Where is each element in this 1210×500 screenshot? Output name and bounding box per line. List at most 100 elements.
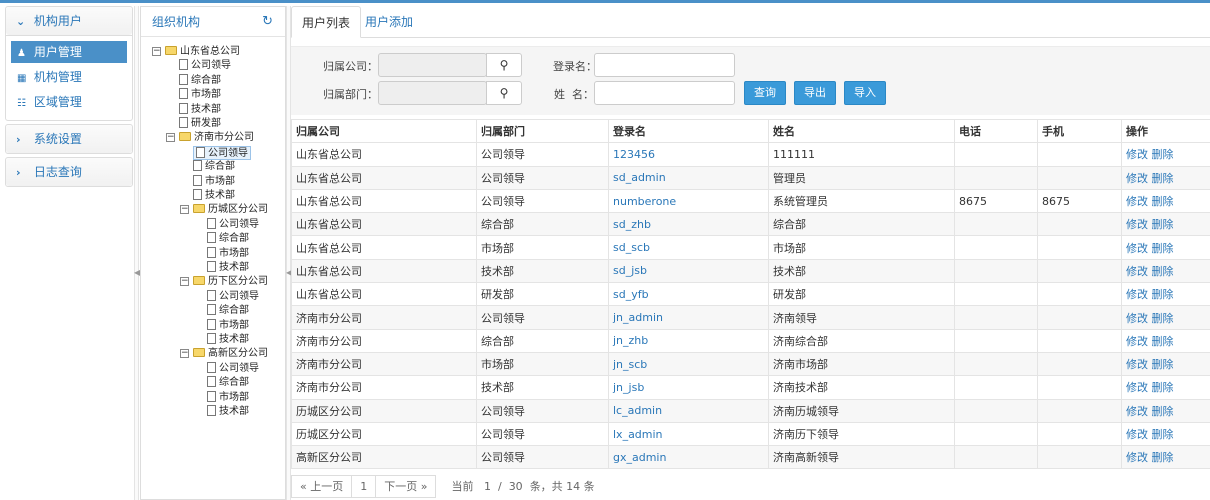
tree-leaf-node[interactable]: 研发部: [179, 117, 221, 131]
column-header[interactable]: 手机: [1037, 118, 1122, 144]
login-name-link[interactable]: jn_jsb: [608, 375, 769, 400]
company-search-button[interactable]: ⚲: [486, 53, 522, 77]
tree-leaf-node[interactable]: 技术部: [207, 405, 249, 419]
column-header[interactable]: 登录名: [608, 118, 769, 144]
tree-leaf-node[interactable]: 综合部: [207, 376, 249, 390]
tree-collapse-toggle[interactable]: −: [180, 349, 189, 359]
tree-leaf-node[interactable]: 市场部: [207, 246, 249, 261]
login-name-link[interactable]: jn_scb: [608, 351, 769, 377]
tree-folder-node[interactable]: 历下区分公司: [193, 275, 268, 289]
tree-folder-node[interactable]: 高新区分公司: [193, 347, 268, 361]
delete-link[interactable]: 删除: [1152, 172, 1174, 185]
tree-leaf-node[interactable]: 技术部: [179, 102, 221, 117]
tree-collapse-toggle[interactable]: −: [180, 277, 189, 287]
left-splitter[interactable]: ◀: [134, 6, 140, 500]
column-header[interactable]: 电话: [954, 118, 1038, 144]
edit-link[interactable]: 修改: [1126, 358, 1148, 371]
tree-leaf-node[interactable]: 公司领导: [193, 145, 251, 160]
edit-link[interactable]: 修改: [1126, 172, 1148, 185]
tree-leaf-node[interactable]: 综合部: [193, 160, 235, 174]
delete-link[interactable]: 删除: [1152, 288, 1174, 301]
tree-leaf-node[interactable]: 市场部: [193, 174, 235, 189]
delete-link[interactable]: 删除: [1152, 265, 1174, 278]
edit-link[interactable]: 修改: [1126, 451, 1148, 464]
dept-search-button[interactable]: ⚲: [486, 81, 522, 105]
import-button[interactable]: 导入: [844, 81, 886, 105]
edit-link[interactable]: 修改: [1126, 381, 1148, 394]
page-size-input[interactable]: 30: [509, 480, 523, 493]
name-input[interactable]: [594, 81, 735, 105]
tree-leaf-node[interactable]: 公司领导: [207, 361, 259, 376]
column-header[interactable]: 归属部门: [476, 118, 609, 144]
edit-link[interactable]: 修改: [1126, 288, 1148, 301]
login-name-link[interactable]: jn_zhb: [608, 328, 769, 353]
tree-leaf-node[interactable]: 公司领导: [207, 217, 259, 232]
menu-item-user-management[interactable]: ♟ 用户管理: [11, 41, 127, 63]
delete-link[interactable]: 删除: [1152, 381, 1174, 394]
company-input[interactable]: [378, 53, 487, 77]
export-button[interactable]: 导出: [794, 81, 836, 105]
delete-link[interactable]: 删除: [1152, 428, 1174, 441]
tree-leaf-node[interactable]: 综合部: [207, 232, 249, 246]
edit-link[interactable]: 修改: [1126, 405, 1148, 418]
login-name-link[interactable]: gx_admin: [608, 445, 769, 470]
tree-leaf-node[interactable]: 市场部: [179, 88, 221, 102]
menu-section-header-log-query[interactable]: › 日志查询: [6, 158, 132, 186]
tree-leaf-node[interactable]: 技术部: [193, 189, 235, 203]
login-name-link[interactable]: 123456: [608, 142, 769, 167]
tree-leaf-node[interactable]: 公司领导: [179, 59, 231, 73]
tree-leaf-node[interactable]: 公司领导: [207, 289, 259, 304]
tree-leaf-node[interactable]: 技术部: [207, 261, 249, 275]
delete-link[interactable]: 删除: [1152, 451, 1174, 464]
tree-collapse-toggle[interactable]: −: [166, 133, 175, 143]
login-name-link[interactable]: sd_jsb: [608, 258, 769, 284]
delete-link[interactable]: 删除: [1152, 195, 1174, 208]
prev-page-button[interactable]: « 上一页: [291, 474, 353, 498]
tab-user-add[interactable]: 用户添加: [355, 6, 423, 38]
menu-section-header-system-settings[interactable]: › 系统设置: [6, 125, 132, 153]
tree-folder-node[interactable]: 济南市分公司: [179, 131, 254, 145]
tree-leaf-node[interactable]: 综合部: [207, 304, 249, 318]
tree-folder-node[interactable]: 山东省总公司: [165, 45, 240, 59]
edit-link[interactable]: 修改: [1126, 242, 1148, 255]
tab-user-list[interactable]: 用户列表: [291, 6, 362, 38]
edit-link[interactable]: 修改: [1126, 195, 1148, 208]
edit-link[interactable]: 修改: [1126, 312, 1148, 325]
edit-link[interactable]: 修改: [1126, 218, 1148, 231]
menu-item-org-management[interactable]: ▦ 机构管理: [11, 66, 127, 88]
next-page-button[interactable]: 下一页 »: [375, 474, 437, 498]
column-header[interactable]: 归属公司: [291, 118, 477, 144]
delete-link[interactable]: 删除: [1152, 312, 1174, 325]
menu-section-header-org-users[interactable]: ⌄ 机构用户: [6, 7, 132, 35]
delete-link[interactable]: 删除: [1152, 405, 1174, 418]
page-current-input[interactable]: 1: [484, 480, 491, 493]
edit-link[interactable]: 修改: [1126, 265, 1148, 278]
delete-link[interactable]: 删除: [1152, 218, 1174, 231]
page-number-button[interactable]: 1: [351, 474, 377, 498]
delete-link[interactable]: 删除: [1152, 358, 1174, 371]
tree-leaf-node[interactable]: 综合部: [179, 73, 221, 88]
edit-link[interactable]: 修改: [1126, 148, 1148, 161]
query-button[interactable]: 查询: [744, 81, 786, 105]
login-name-link[interactable]: sd_scb: [608, 235, 769, 260]
menu-item-area-management[interactable]: ☷ 区域管理: [11, 91, 127, 113]
column-header[interactable]: 姓名: [768, 118, 955, 144]
tree-folder-node[interactable]: 历城区分公司: [193, 203, 268, 217]
login-name-link[interactable]: lx_admin: [608, 421, 769, 447]
login-name-link[interactable]: lc_admin: [608, 398, 769, 423]
tree-leaf-node[interactable]: 技术部: [207, 333, 249, 347]
login-name-link[interactable]: jn_admin: [608, 305, 769, 330]
column-header[interactable]: 操作: [1121, 118, 1210, 144]
delete-link[interactable]: 删除: [1152, 148, 1174, 161]
login-name-link[interactable]: numberone: [608, 188, 769, 214]
login-name-link[interactable]: sd_yfb: [608, 282, 769, 307]
refresh-icon[interactable]: ↻: [262, 7, 273, 37]
edit-link[interactable]: 修改: [1126, 335, 1148, 348]
tree-leaf-node[interactable]: 市场部: [207, 390, 249, 405]
delete-link[interactable]: 删除: [1152, 335, 1174, 348]
tree-leaf-node[interactable]: 市场部: [207, 318, 249, 333]
login-input[interactable]: [594, 53, 735, 77]
tree-collapse-toggle[interactable]: −: [152, 47, 161, 56]
login-name-link[interactable]: sd_zhb: [608, 212, 769, 237]
tree-collapse-toggle[interactable]: −: [180, 205, 189, 215]
